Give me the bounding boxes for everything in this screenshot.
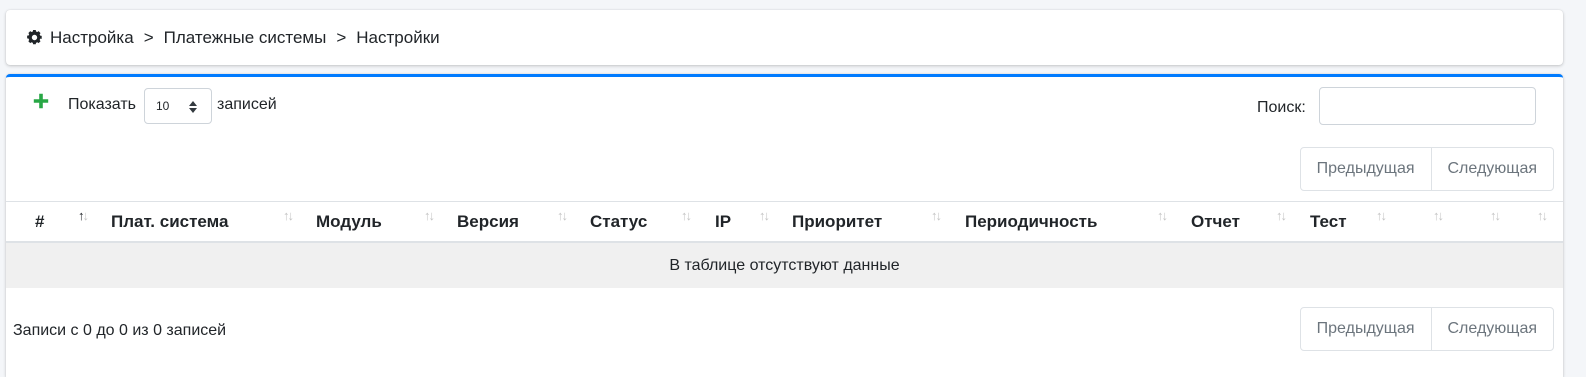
- add-button[interactable]: [32, 90, 52, 112]
- breadcrumb-separator: >: [336, 27, 347, 47]
- breadcrumb-separator: >: [143, 27, 154, 47]
- records-info: Записи с 0 до 0 из 0 записей: [13, 322, 227, 339]
- page-length-select[interactable]: 10: [144, 88, 212, 124]
- column-header-number[interactable]: #: [35, 202, 44, 242]
- column-header-module[interactable]: Модуль: [316, 202, 382, 242]
- sort-icon: ↑↓: [1490, 208, 1501, 223]
- payment-systems-table-card: Показать 10 записей Поиск: Предыдущая Сл…: [6, 74, 1563, 377]
- table-header: # ↑↓ Плат. система ↑↓ Модуль ↑↓ Версия ↑…: [6, 201, 1563, 243]
- sort-icon: ↑↓: [1376, 208, 1387, 223]
- sort-icon: ↑↓: [424, 208, 435, 223]
- empty-table-message: В таблице отсутствуют данные: [6, 243, 1563, 288]
- next-page-button[interactable]: Следующая: [1430, 308, 1554, 350]
- gear-icon: [25, 28, 44, 47]
- plus-icon: [33, 93, 49, 109]
- sort-icon: ↑↓: [1276, 208, 1287, 223]
- column-header-status[interactable]: Статус: [590, 202, 647, 242]
- column-header-priority[interactable]: Приоритет: [792, 202, 882, 242]
- column-header-payment-system[interactable]: Плат. система: [111, 202, 228, 242]
- breadcrumb-item-settings[interactable]: Настройка: [50, 28, 134, 48]
- breadcrumb-item-payment-systems[interactable]: Платежные системы: [164, 28, 327, 48]
- sort-icon: ↑↓: [931, 208, 942, 223]
- sort-icon: ↑↓: [1157, 208, 1168, 223]
- prev-page-button[interactable]: Предыдущая: [1301, 148, 1431, 190]
- column-header-periodicity[interactable]: Периодичность: [965, 202, 1097, 242]
- show-label: Показать: [68, 96, 137, 113]
- pagination-bottom: Предыдущая Следующая: [1299, 307, 1554, 351]
- sort-icon: ↑↓: [557, 208, 568, 223]
- column-header-report[interactable]: Отчет: [1191, 202, 1240, 242]
- breadcrumb: Настройка > Платежные системы > Настройк…: [6, 10, 1563, 65]
- sort-icon: ↑↓: [681, 208, 692, 223]
- column-header-test[interactable]: Тест: [1310, 202, 1347, 242]
- search-label: Поиск:: [1257, 99, 1306, 116]
- sort-caret-icon: [189, 101, 197, 113]
- prev-page-button[interactable]: Предыдущая: [1301, 308, 1431, 350]
- next-page-button[interactable]: Следующая: [1430, 148, 1554, 190]
- sort-icon: ↑↓: [759, 208, 770, 223]
- entries-label: записей: [217, 96, 277, 113]
- page-length-value: 10: [156, 99, 170, 113]
- sort-icon: ↑↓: [1433, 208, 1444, 223]
- search-input[interactable]: [1319, 87, 1536, 125]
- breadcrumb-item-current: Настройки: [356, 27, 440, 47]
- sort-icon: ↑↓: [78, 208, 89, 223]
- column-header-version[interactable]: Версия: [457, 202, 519, 242]
- sort-icon: ↑↓: [1537, 208, 1548, 223]
- column-header-ip[interactable]: IP: [715, 202, 731, 242]
- pagination-top: Предыдущая Следующая: [1299, 147, 1554, 191]
- sort-icon: ↑↓: [283, 208, 294, 223]
